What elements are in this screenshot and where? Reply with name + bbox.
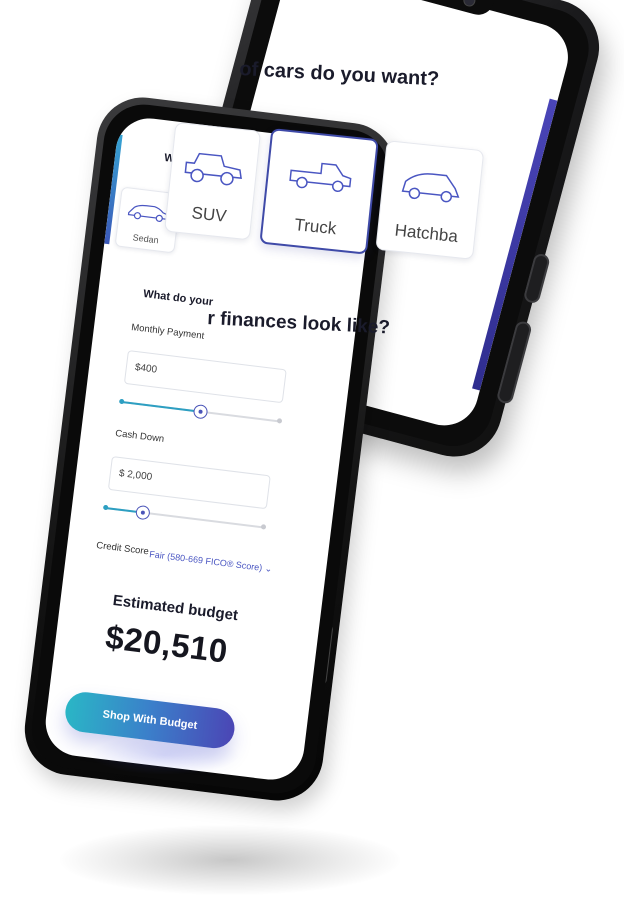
truck-icon [289,162,352,193]
slider-thumb[interactable] [135,504,152,521]
car-card-truck[interactable]: Truck [259,128,379,255]
hatchback-icon [401,173,460,203]
slider-thumb[interactable] [192,403,209,420]
phone-ground-shadow [60,825,400,895]
car-card-label: Hatchba [393,220,459,247]
car-card-label: Truck [293,215,338,239]
car-card-hatchback[interactable]: Hatchba [375,140,485,260]
car-card-suv[interactable]: SUV [164,121,262,241]
car-card-label: SUV [190,203,228,226]
slider-start-dot [102,504,109,511]
suv-icon [184,152,242,186]
chevron-down-icon: ⌄ [264,563,273,575]
slider-start-dot [118,398,125,405]
